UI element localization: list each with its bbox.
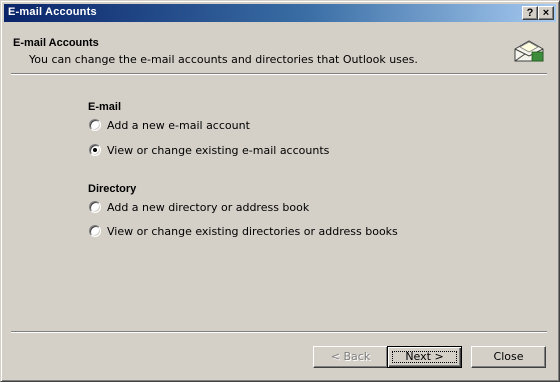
header-separator bbox=[11, 73, 547, 75]
header-subtitle: You can change the e-mail accounts and d… bbox=[29, 53, 418, 66]
radio-button[interactable] bbox=[89, 119, 101, 131]
envelope-icon bbox=[514, 40, 544, 62]
directory-group-title: Directory bbox=[88, 183, 137, 195]
focus-rect bbox=[392, 351, 457, 363]
radio-label: Add a new directory or address book bbox=[107, 200, 310, 214]
back-button[interactable]: < Back bbox=[313, 346, 388, 368]
title-bar[interactable]: E-mail Accounts ? × bbox=[4, 4, 556, 22]
email-accounts-dialog: E-mail Accounts ? × E-mail Accounts You … bbox=[0, 0, 560, 382]
close-window-button[interactable]: × bbox=[538, 6, 554, 20]
radio-button-selected[interactable] bbox=[89, 144, 101, 156]
radio-label: Add a new e-mail account bbox=[107, 118, 250, 132]
radio-button[interactable] bbox=[89, 201, 101, 213]
radio-view-directories[interactable]: View or change existing directories or a… bbox=[89, 223, 398, 239]
header-title: E-mail Accounts bbox=[13, 37, 99, 49]
close-button[interactable]: Close bbox=[471, 346, 546, 368]
radio-button[interactable] bbox=[89, 225, 101, 237]
window-title: E-mail Accounts bbox=[8, 6, 97, 18]
radio-label: View or change existing directories or a… bbox=[107, 224, 398, 238]
next-button[interactable]: Next > bbox=[387, 346, 462, 368]
radio-label: View or change existing e-mail accounts bbox=[107, 143, 330, 157]
email-group-title: E-mail bbox=[88, 101, 122, 113]
radio-view-email-accounts[interactable]: View or change existing e-mail accounts bbox=[89, 142, 329, 158]
radio-add-email-account[interactable]: Add a new e-mail account bbox=[89, 117, 250, 133]
help-button[interactable]: ? bbox=[522, 6, 538, 20]
dialog-header: E-mail Accounts You can change the e-mai… bbox=[5, 23, 555, 70]
radio-add-directory[interactable]: Add a new directory or address book bbox=[89, 199, 309, 215]
footer-separator bbox=[11, 331, 547, 333]
